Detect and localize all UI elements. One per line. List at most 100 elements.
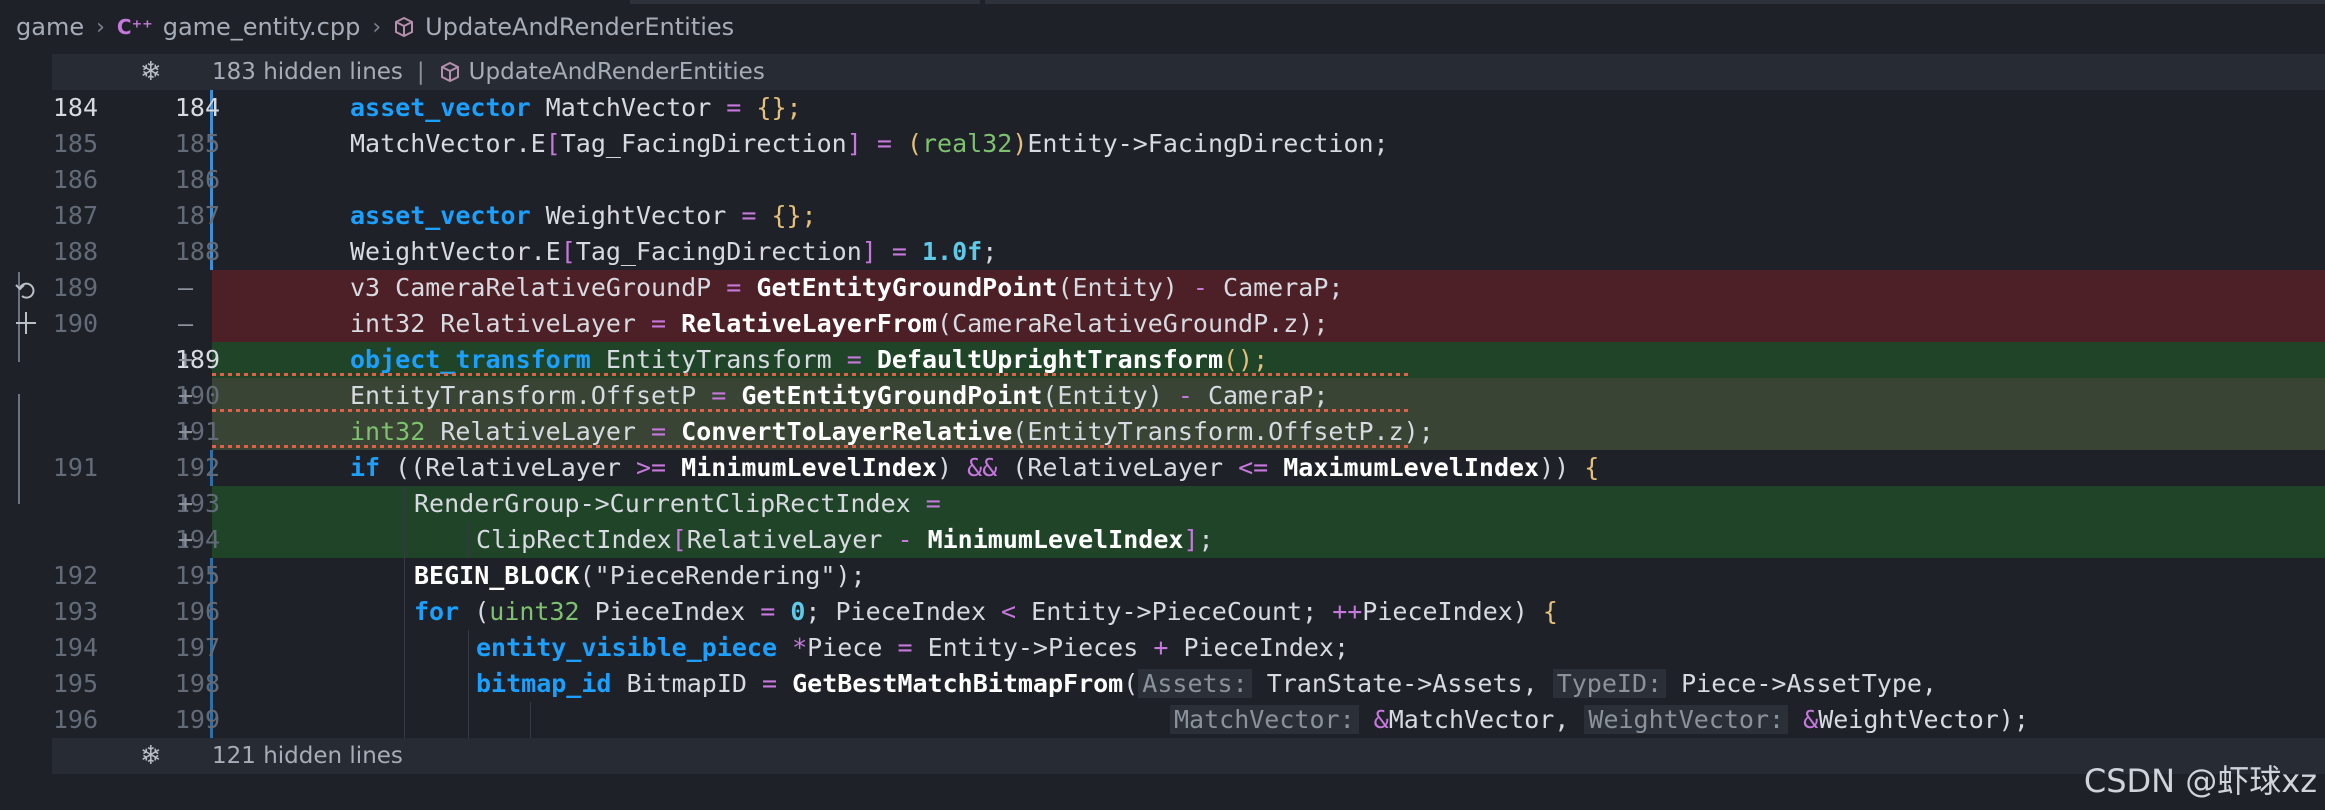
code-token: Piece: [807, 633, 898, 662]
code-token: CameraP;: [1192, 381, 1329, 410]
old-line-number: 188: [52, 237, 98, 266]
code-token: ConvertToLayerRelative: [666, 417, 1013, 446]
code-line[interactable]: 193 196 for (uint32 PieceIndex = 0; PieceI…: [52, 594, 2325, 630]
code-text[interactable]: RenderGroup->CurrentClipRectIndex =: [414, 486, 941, 522]
code-token: CameraP;: [1207, 273, 1344, 302]
code-line[interactable]: 191 + int32 RelativeLayer = ConvertToLayer…: [52, 414, 2325, 450]
code-token: )): [1539, 453, 1585, 482]
code-line[interactable]: 190 — int32 RelativeLayer = RelativeLayerF…: [52, 306, 2325, 342]
old-line-number: 186: [52, 165, 98, 194]
code-line[interactable]: 190 + EntityTransform.OffsetP = GetEntityG…: [52, 378, 2325, 414]
breadcrumb-symbol[interactable]: UpdateAndRenderEntities: [425, 13, 734, 41]
code-token: {};: [741, 93, 802, 122]
code-text[interactable]: for (uint32 PieceIndex = 0; PieceIndex <…: [414, 594, 1558, 630]
code-text[interactable]: asset_vector MatchVector = {};: [350, 90, 802, 126]
error-squiggle: [212, 445, 1412, 448]
code-line[interactable]: 191 192 if ((RelativeLayer >= MinimumLevel…: [52, 450, 2325, 486]
code-token: asset_vector: [350, 93, 531, 122]
code-token: MinimumLevelIndex: [666, 453, 938, 482]
code-line[interactable]: 194 + ClipRectIndex[RelativeLayer - Minimu…: [52, 522, 2325, 558]
indent-guide: [468, 666, 469, 702]
old-line-number: 191: [52, 453, 98, 482]
added-marker: +: [178, 345, 194, 374]
code-text[interactable]: entity_visible_piece *Piece = Entity->Pi…: [476, 630, 1349, 666]
code-token: ; PieceIndex: [805, 597, 1002, 626]
deleted-marker: —: [178, 273, 194, 302]
code-token: WeightVector: [530, 201, 742, 230]
code-line[interactable]: 184 184 asset_vector MatchVector = {};: [52, 90, 2325, 126]
code-line[interactable]: 193 + RenderGroup->CurrentClipRectIndex =: [52, 486, 2325, 522]
code-token: =: [726, 93, 742, 122]
code-token: GetEntityGroundPoint: [726, 381, 1043, 410]
code-token: int32: [350, 417, 426, 446]
code-token: (EntityTransform.OffsetP.z);: [1012, 417, 1434, 446]
code-line[interactable]: 189 — v3 CameraRelativeGroundP = GetEntity…: [52, 270, 2325, 306]
code-token: EntityTransform: [590, 345, 847, 374]
code-token: PieceIndex;: [1168, 633, 1350, 662]
breadcrumb-folder[interactable]: game: [16, 13, 84, 41]
code-text[interactable]: MatchVector.E[Tag_FacingDirection] = (re…: [350, 126, 1389, 162]
code-line[interactable]: 192 195 BEGIN_BLOCK("PieceRendering");: [52, 558, 2325, 594]
code-line[interactable]: 189 + object_transform EntityTransform = D…: [52, 342, 2325, 378]
code-token: -: [897, 525, 913, 554]
code-line[interactable]: 188 188 WeightVector.E[Tag_FacingDirection…: [52, 234, 2325, 270]
code-text[interactable]: int32 RelativeLayer = RelativeLayerFrom(…: [350, 306, 1328, 342]
code-token: =: [925, 489, 941, 518]
watermark: CSDN @虾球xz: [2083, 762, 2317, 800]
code-line[interactable]: 186 186: [52, 162, 2325, 198]
unfold-icon[interactable]: ❄: [140, 741, 162, 771]
revert-hunk-control[interactable]: [14, 276, 38, 456]
code-token: Entity->FacingDirection;: [1027, 129, 1389, 158]
code-token: =: [651, 417, 667, 446]
deleted-marker: —: [178, 309, 194, 338]
code-token: GetEntityGroundPoint: [741, 273, 1058, 302]
code-text[interactable]: MatchVector: &MatchVector, WeightVector:…: [1170, 702, 2029, 738]
code-token: uint32: [489, 597, 580, 626]
code-token: ((RelativeLayer: [380, 453, 636, 482]
breadcrumb-file[interactable]: game_entity.cpp: [163, 13, 361, 41]
code-text[interactable]: bitmap_id BitmapID = GetBestMatchBitmapF…: [476, 666, 1937, 702]
code-line[interactable]: 185 185 MatchVector.E[Tag_FacingDirection]…: [52, 126, 2325, 162]
code-token: {};: [756, 201, 817, 230]
code-token: ;: [1198, 525, 1214, 554]
indent-guide: [404, 666, 405, 702]
code-text[interactable]: asset_vector WeightVector = {};: [350, 198, 817, 234]
code-token: (CameraRelativeGroundP.z);: [937, 309, 1329, 338]
code-line[interactable]: 187 187 asset_vector WeightVector = {};: [52, 198, 2325, 234]
code-token: (: [1123, 669, 1139, 698]
code-line[interactable]: 195 198 bitmap_id BitmapID = GetBestMatchB…: [52, 666, 2325, 702]
unfold-icon[interactable]: ❄: [140, 57, 162, 87]
code-text[interactable]: WeightVector.E[Tag_FacingDirection] = 1.…: [350, 234, 997, 270]
code-line[interactable]: 196 199 MatchVector: &MatchVector, WeightV…: [52, 702, 2325, 738]
code-token: RelativeLayer: [686, 525, 898, 554]
code-token: (: [579, 561, 595, 590]
code-token: (: [459, 597, 490, 626]
parameter-hint: Assets:: [1138, 669, 1252, 698]
code-token: MaximumLevelIndex: [1268, 453, 1540, 482]
code-token: =: [846, 345, 862, 374]
code-token: int32 RelativeLayer: [350, 309, 652, 338]
code-text[interactable]: v3 CameraRelativeGroundP = GetEntityGrou…: [350, 270, 1343, 306]
folded-region-top[interactable]: ❄ 183 hidden lines | UpdateAndRenderEnti…: [52, 54, 2325, 90]
code-text[interactable]: BEGIN_BLOCK("PieceRendering");: [414, 558, 866, 594]
code-line[interactable]: 194 197 entity_visible_piece *Piece = Enti…: [52, 630, 2325, 666]
chevron-right-icon: ›: [372, 14, 382, 40]
indent-guide: [404, 558, 405, 594]
code-token: ]: [861, 237, 877, 266]
code-token: RelativeLayerFrom: [666, 309, 938, 338]
method-cube-icon: [393, 16, 415, 38]
code-token: =: [651, 309, 667, 338]
indent-guide: [404, 630, 405, 666]
code-token: DefaultUprightTransform: [861, 345, 1223, 374]
code-text[interactable]: if ((RelativeLayer >= MinimumLevelIndex)…: [350, 450, 1599, 486]
parameter-hint: MatchVector:: [1170, 705, 1359, 734]
code-token: =: [761, 669, 778, 698]
code-token: for: [414, 597, 460, 626]
code-token: =: [711, 381, 727, 410]
code-token: real32: [922, 129, 1013, 158]
code-text[interactable]: ClipRectIndex[RelativeLayer - MinimumLev…: [476, 522, 1214, 558]
fold-symbol-label: UpdateAndRenderEntities: [468, 59, 765, 85]
code-token: =: [897, 633, 913, 662]
folded-region-bottom[interactable]: ❄ 121 hidden lines: [52, 738, 2325, 774]
new-line-number: 199: [174, 705, 220, 734]
